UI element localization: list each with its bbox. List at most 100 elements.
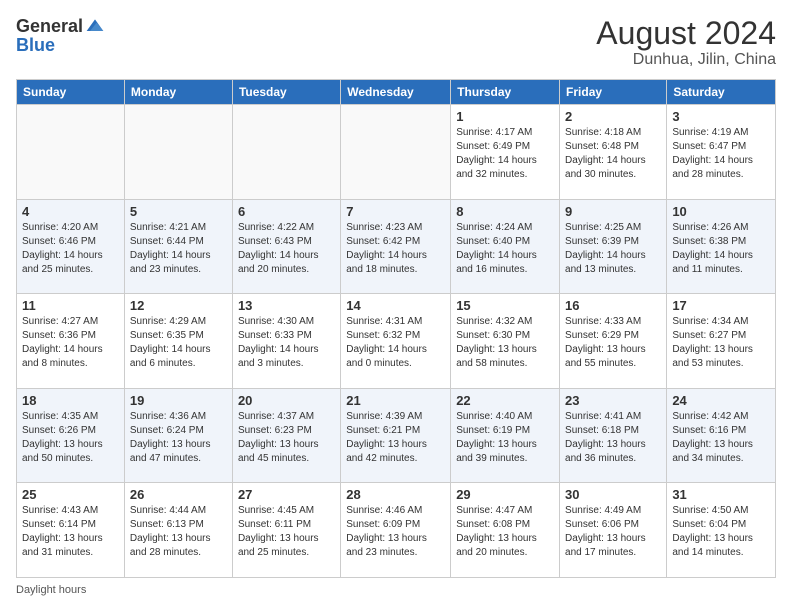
calendar-week-row: 1 Sunrise: 4:17 AMSunset: 6:49 PMDaylight… [17,105,776,200]
calendar-cell [124,105,232,200]
day-number: 25 [22,487,119,502]
day-detail: Sunrise: 4:18 AMSunset: 6:48 PMDaylight:… [565,126,661,182]
day-detail: Sunrise: 4:32 AMSunset: 6:30 PMDaylight:… [456,315,554,371]
calendar-cell: 29 Sunrise: 4:47 AMSunset: 6:08 PMDayligh… [451,483,560,578]
day-number: 10 [672,204,770,219]
day-detail: Sunrise: 4:31 AMSunset: 6:32 PMDaylight:… [346,315,445,371]
day-detail: Sunrise: 4:19 AMSunset: 6:47 PMDaylight:… [672,126,770,182]
calendar-cell [232,105,340,200]
day-detail: Sunrise: 4:26 AMSunset: 6:38 PMDaylight:… [672,221,770,277]
logo: General Blue [16,16,105,54]
day-number: 7 [346,204,445,219]
day-number: 11 [22,298,119,313]
logo-icon [85,16,105,36]
calendar-cell: 8Sunrise: 4:24 AMSunset: 6:40 PMDaylight… [451,199,560,294]
calendar-cell: 10 Sunrise: 4:26 AMSunset: 6:38 PMDayligh… [667,199,776,294]
page: General Blue August 2024 Dunhua, Jilin, … [0,0,792,612]
calendar-cell: 6 Sunrise: 4:22 AMSunset: 6:43 PMDaylight… [232,199,340,294]
day-detail: Sunrise: 4:39 AMSunset: 6:21 PMDaylight:… [346,410,445,466]
day-detail: Sunrise: 4:22 AMSunset: 6:43 PMDaylight:… [238,221,335,277]
calendar-header-wednesday: Wednesday [341,80,451,105]
calendar-header-monday: Monday [124,80,232,105]
day-detail: Sunrise: 4:41 AMSunset: 6:18 PMDaylight:… [565,410,661,466]
calendar-cell: 7 Sunrise: 4:23 AMSunset: 6:42 PMDaylight… [341,199,451,294]
calendar-header-thursday: Thursday [451,80,560,105]
day-number: 29 [456,487,554,502]
day-detail: Sunrise: 4:36 AMSunset: 6:24 PMDaylight:… [130,410,227,466]
day-number: 16 [565,298,661,313]
calendar-cell: 24Sunrise: 4:42 AMSunset: 6:16 PMDayligh… [667,388,776,483]
day-detail: Sunrise: 4:33 AMSunset: 6:29 PMDaylight:… [565,315,661,371]
day-detail: Sunrise: 4:23 AMSunset: 6:42 PMDaylight:… [346,221,445,277]
calendar-cell: 9 Sunrise: 4:25 AMSunset: 6:39 PMDaylight… [560,199,667,294]
calendar-cell: 22Sunrise: 4:40 AMSunset: 6:19 PMDayligh… [451,388,560,483]
day-detail: Sunrise: 4:43 AMSunset: 6:14 PMDaylight:… [22,504,119,560]
day-detail: Sunrise: 4:20 AMSunset: 6:46 PMDaylight:… [22,221,119,277]
day-detail: Sunrise: 4:21 AMSunset: 6:44 PMDaylight:… [130,221,227,277]
day-number: 13 [238,298,335,313]
calendar-cell: 5 Sunrise: 4:21 AMSunset: 6:44 PMDaylight… [124,199,232,294]
day-detail: Sunrise: 4:45 AMSunset: 6:11 PMDaylight:… [238,504,335,560]
day-number: 1 [456,109,554,124]
calendar-week-row: 18 Sunrise: 4:35 AMSunset: 6:26 PMDayligh… [17,388,776,483]
calendar-cell: 26 Sunrise: 4:44 AMSunset: 6:13 PMDayligh… [124,483,232,578]
calendar-cell [17,105,125,200]
calendar-cell [341,105,451,200]
day-number: 17 [672,298,770,313]
day-number: 3 [672,109,770,124]
day-number: 26 [130,487,227,502]
calendar-cell: 31 Sunrise: 4:50 AMSunset: 6:04 PMDayligh… [667,483,776,578]
calendar-cell: 1 Sunrise: 4:17 AMSunset: 6:49 PMDaylight… [451,105,560,200]
header: General Blue August 2024 Dunhua, Jilin, … [16,16,776,69]
calendar-table: SundayMondayTuesdayWednesdayThursdayFrid… [16,79,776,578]
calendar-cell: 14 Sunrise: 4:31 AMSunset: 6:32 PMDayligh… [341,294,451,389]
day-detail: Sunrise: 4:44 AMSunset: 6:13 PMDaylight:… [130,504,227,560]
day-number: 28 [346,487,445,502]
calendar-cell: 11Sunrise: 4:27 AMSunset: 6:36 PMDayligh… [17,294,125,389]
day-number: 21 [346,393,445,408]
calendar-cell: 20Sunrise: 4:37 AMSunset: 6:23 PMDayligh… [232,388,340,483]
day-number: 2 [565,109,661,124]
calendar-cell: 21 Sunrise: 4:39 AMSunset: 6:21 PMDayligh… [341,388,451,483]
day-number: 6 [238,204,335,219]
day-number: 18 [22,393,119,408]
day-number: 8 [456,204,554,219]
calendar-header-tuesday: Tuesday [232,80,340,105]
day-detail: Sunrise: 4:40 AMSunset: 6:19 PMDaylight:… [456,410,554,466]
calendar-cell: 16 Sunrise: 4:33 AMSunset: 6:29 PMDayligh… [560,294,667,389]
calendar-header-row: SundayMondayTuesdayWednesdayThursdayFrid… [17,80,776,105]
day-detail: Sunrise: 4:17 AMSunset: 6:49 PMDaylight:… [456,126,554,182]
location-title: Dunhua, Jilin, China [596,51,776,69]
day-number: 27 [238,487,335,502]
calendar-cell: 19 Sunrise: 4:36 AMSunset: 6:24 PMDayligh… [124,388,232,483]
footer: Daylight hours [16,584,776,596]
day-number: 5 [130,204,227,219]
calendar-cell: 23 Sunrise: 4:41 AMSunset: 6:18 PMDayligh… [560,388,667,483]
day-number: 12 [130,298,227,313]
calendar-week-row: 11Sunrise: 4:27 AMSunset: 6:36 PMDayligh… [17,294,776,389]
calendar-cell: 3 Sunrise: 4:19 AMSunset: 6:47 PMDaylight… [667,105,776,200]
calendar-cell: 2 Sunrise: 4:18 AMSunset: 6:48 PMDaylight… [560,105,667,200]
calendar-header-saturday: Saturday [667,80,776,105]
day-number: 19 [130,393,227,408]
day-detail: Sunrise: 4:29 AMSunset: 6:35 PMDaylight:… [130,315,227,371]
day-detail: Sunrise: 4:30 AMSunset: 6:33 PMDaylight:… [238,315,335,371]
day-detail: Sunrise: 4:47 AMSunset: 6:08 PMDaylight:… [456,504,554,560]
calendar-header-sunday: Sunday [17,80,125,105]
calendar-cell: 13 Sunrise: 4:30 AMSunset: 6:33 PMDayligh… [232,294,340,389]
day-number: 23 [565,393,661,408]
daylight-label: Daylight hours [16,584,86,596]
month-title: August 2024 [596,16,776,51]
day-number: 31 [672,487,770,502]
day-detail: Sunrise: 4:34 AMSunset: 6:27 PMDaylight:… [672,315,770,371]
day-number: 9 [565,204,661,219]
calendar-week-row: 25 Sunrise: 4:43 AMSunset: 6:14 PMDayligh… [17,483,776,578]
title-block: August 2024 Dunhua, Jilin, China [596,16,776,69]
calendar-cell: 30Sunrise: 4:49 AMSunset: 6:06 PMDayligh… [560,483,667,578]
logo-general-text: General [16,17,83,35]
day-detail: Sunrise: 4:50 AMSunset: 6:04 PMDaylight:… [672,504,770,560]
day-number: 14 [346,298,445,313]
day-detail: Sunrise: 4:25 AMSunset: 6:39 PMDaylight:… [565,221,661,277]
calendar-cell: 18 Sunrise: 4:35 AMSunset: 6:26 PMDayligh… [17,388,125,483]
day-detail: Sunrise: 4:35 AMSunset: 6:26 PMDaylight:… [22,410,119,466]
